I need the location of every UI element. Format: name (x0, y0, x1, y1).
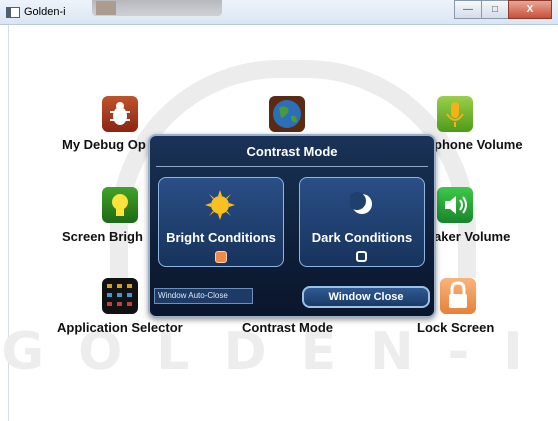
dialog-divider (156, 166, 428, 167)
microphone-icon (437, 96, 473, 132)
radio-selected[interactable] (215, 251, 227, 263)
tile-label: Lock Screen (417, 320, 495, 335)
lock-icon (440, 278, 476, 314)
minimize-button[interactable]: — (454, 0, 482, 19)
maximize-button[interactable]: □ (481, 0, 509, 19)
radio-unselected[interactable] (356, 251, 367, 262)
app-grid-icon (102, 278, 138, 314)
sun-icon (205, 190, 235, 220)
window-app-icon (6, 7, 20, 18)
window-titlebar: Golden-i — □ X (0, 0, 558, 25)
tile-label: phone Volume (434, 137, 523, 152)
window-auto-close-toggle[interactable]: Window Auto-Close (154, 288, 253, 304)
speaker-icon (437, 187, 473, 223)
dialog-title: Contrast Mode (246, 144, 338, 159)
window-title: Golden-i (24, 6, 66, 18)
tile-label: Contrast Mode (242, 320, 333, 335)
background-dialog-tab (92, 0, 222, 16)
close-window-button[interactable]: X (508, 0, 552, 19)
dark-conditions-option[interactable]: Dark Conditions (299, 177, 425, 267)
tile-label: My Debug Op (62, 137, 146, 152)
option-label: Bright Conditions (166, 230, 276, 245)
window-controls: — □ X (454, 0, 552, 19)
bug-icon (102, 96, 138, 132)
option-label: Dark Conditions (311, 230, 413, 245)
window-close-button[interactable]: Window Close (302, 286, 430, 308)
tile-label: aker Volume (434, 229, 511, 244)
lightbulb-icon (102, 187, 138, 223)
contrast-mode-dialog: Contrast Mode Bright Conditions Dark Con… (148, 134, 436, 318)
tile-label: Application Selector (57, 320, 183, 335)
globe-icon (269, 96, 305, 132)
bright-conditions-option[interactable]: Bright Conditions (158, 177, 284, 267)
moon-icon (348, 192, 374, 216)
tile-label: Screen Brigh (62, 229, 143, 244)
